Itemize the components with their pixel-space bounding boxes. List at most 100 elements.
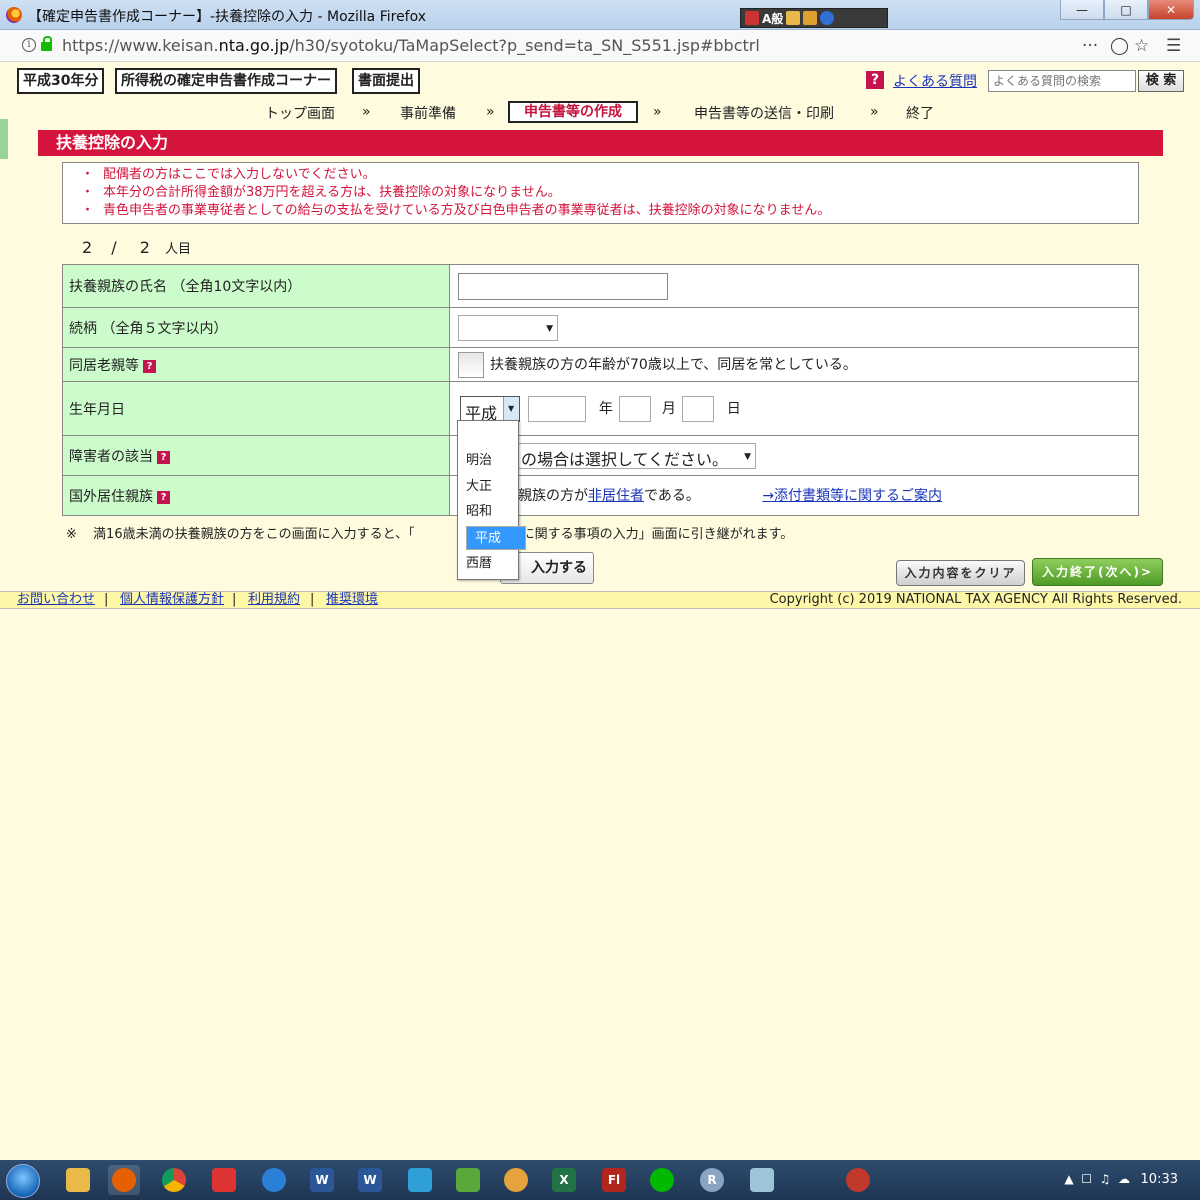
era-select[interactable]: 平成 ▼ [460,395,520,423]
close-button[interactable]: ✕ [1148,0,1194,20]
nonresident-link[interactable]: 非居住者 [588,488,644,504]
menu-icon[interactable]: ☰ [1166,36,1181,56]
maximize-button[interactable]: □ [1104,0,1148,20]
line-app-icon[interactable] [646,1165,678,1195]
minimize-button[interactable]: — [1060,0,1104,20]
ime-mode-text[interactable]: A般 [762,10,783,27]
preview-app-icon[interactable] [500,1165,532,1195]
start-button-icon[interactable] [6,1164,40,1198]
faq-search-button[interactable]: 検 索 [1138,70,1184,92]
url-prefix[interactable]: https://www.keisan. [62,36,219,55]
other-app-icon[interactable] [842,1165,874,1195]
site-info-icon[interactable]: i [22,38,36,52]
pocket-icon[interactable]: ◯ [1110,36,1129,56]
address-bar[interactable]: https://www.keisan.nta.go.jp/h30/syotoku… [62,36,760,55]
cohabit-cell: 扶養親族の方の年齢が70歳以上で、同居を常としている。 [449,347,1139,382]
firefox-logo-icon [6,7,22,23]
disability-cell: の場合は選択してください。 ▼ [449,435,1139,476]
birth-day-input[interactable] [682,395,715,422]
excel-icon[interactable]: X [548,1165,580,1195]
step-arrow: » [870,104,879,120]
birth-cell: 平成 ▼ 年 月 日 [449,381,1139,436]
note-bullet: ・ [81,203,95,218]
footer-link-terms[interactable]: 利用規約 [248,592,300,608]
dependent-name-input[interactable] [458,272,668,300]
step-navigation: トップ画面 » 事前準備 » 申告書等の作成 » 申告書等の送信・印刷 » 終了 [0,100,1200,126]
footer-link-contact[interactable]: お問い合わせ [17,592,95,608]
firefox-icon[interactable] [108,1165,140,1195]
help-icon[interactable]: ? [157,490,170,504]
step-prepare: 事前準備 [400,106,456,122]
notes-box: ・配偶者の方はここでは入力しないでください。 ・本年分の合計所得金額が38万円を… [62,162,1139,224]
footnote: ※ 満16歳未満の扶養親族の方をこの画面に入力すると、「 事業税に関する事項の入力… [66,523,793,542]
day-unit: 日 [726,400,741,417]
era-option-meiji[interactable]: 明治 [458,449,518,473]
internet-explorer-icon[interactable] [258,1165,290,1195]
cohabit-checkbox[interactable] [458,351,484,378]
era-select-button[interactable]: ▼ [503,396,519,421]
system-tray[interactable]: ▲ ☐ ♫ ☁ [1064,1172,1130,1186]
era-option-heisei[interactable]: 平成 [466,526,526,550]
name-cell [449,264,1139,308]
evernote-icon[interactable] [452,1165,484,1195]
window-title: 【確定申告書作成コーナー】-扶養控除の入力 - Mozilla Firefox [28,9,427,25]
birth-label: 生年月日 [62,381,450,436]
windows-taskbar: W W X Fl R ▲ ☐ ♫ ☁ 10:33 [0,1160,1200,1200]
bookmark-star-icon[interactable]: ☆ [1134,36,1149,56]
note-text: 青色申告者の事業専従者としての給与の支払を受けている方及び白色申告者の事業専従者… [103,203,831,218]
ime-mode-icon[interactable] [745,11,759,25]
clear-button[interactable]: 入力内容をクリア [896,560,1025,586]
era-dropdown-list[interactable]: 明治 大正 昭和 平成 西暦 [457,420,526,580]
help-icon[interactable]: ? [143,359,156,373]
attachment-guide-link[interactable]: →添付書類等に関するご案内 [762,488,942,504]
month-unit: 月 [661,400,676,417]
explorer-icon[interactable] [62,1165,94,1195]
notes-app-icon[interactable] [746,1165,778,1195]
era-option-showa[interactable]: 昭和 [458,500,518,524]
dependent-form-table: 扶養親族の氏名 （全角10文字以内） 続柄 （全角５文字以内） ▼ 同居老親等?… [62,264,1139,516]
faq-link[interactable]: よくある質問 [893,71,977,91]
step-arrow: » [486,104,495,120]
row-relation: 続柄 （全角５文字以内） ▼ [62,307,1139,348]
faq-search-input[interactable] [988,70,1136,92]
maps-app-icon[interactable] [404,1165,436,1195]
birth-month-input[interactable] [619,395,652,422]
note-text: 本年分の合計所得金額が38万円を超える方は、扶養控除の対象になりません。 [103,185,561,200]
note-item: ・青色申告者の事業専従者としての給与の支払を受けている方及び白色申告者の事業専従… [81,202,1138,220]
era-option-seireki[interactable]: 西暦 [458,552,518,576]
ime-toolbar[interactable]: A般 [740,8,888,28]
relation-select[interactable]: ▼ [458,314,558,341]
footer-separator: | [104,592,109,607]
ime-dict-icon[interactable] [786,11,801,25]
next-button[interactable]: 入力終了(次へ)> [1032,558,1163,586]
overseas-cell: 親族の方が非居住者である。 →添付書類等に関するご案内 [449,475,1139,516]
step-arrow: » [653,104,662,120]
era-option-taisho[interactable]: 大正 [458,475,518,499]
tag-corner: 所得税の確定申告書作成コーナー [115,68,337,94]
chrome-icon[interactable] [158,1165,190,1195]
taskbar-clock[interactable]: 10:33 [1141,1172,1178,1187]
ime-tool-icon[interactable] [803,11,818,25]
note-bullet: ・ [81,185,95,200]
help-icon[interactable]: ? [157,450,170,464]
camera-app-icon[interactable] [208,1165,240,1195]
word-document-icon[interactable]: W [306,1165,338,1195]
url-path[interactable]: /h30/syotoku/TaMapSelect?p_send=ta_SN_S5… [289,36,760,55]
birth-year-input[interactable] [528,395,587,422]
url-domain[interactable]: nta.go.jp [219,36,290,55]
disability-select-value: の場合は選択してください。 [521,449,729,469]
footnote-mark: ※ [66,527,77,542]
r-language-icon[interactable]: R [696,1165,728,1195]
flash-icon[interactable]: Fl [598,1165,630,1195]
chevron-down-icon: ▼ [744,451,751,462]
footer-link-privacy[interactable]: 個人情報保護方針 [120,592,224,608]
footer-link-environment[interactable]: 推奨環境 [326,592,378,608]
lock-icon[interactable] [41,36,52,51]
faq-help-icon[interactable]: ? [866,71,884,89]
relation-label: 続柄 （全角５文字以内） [62,307,450,348]
more-dots-icon[interactable]: ··· [1082,36,1098,56]
word-icon[interactable]: W [354,1165,386,1195]
ime-help-icon[interactable] [820,11,835,25]
page-footer: お問い合わせ | 個人情報保護方針 | 利用規約 | 推奨環境 Copyrigh… [0,591,1200,609]
row-disability: 障害者の該当? の場合は選択してください。 ▼ [62,435,1139,476]
